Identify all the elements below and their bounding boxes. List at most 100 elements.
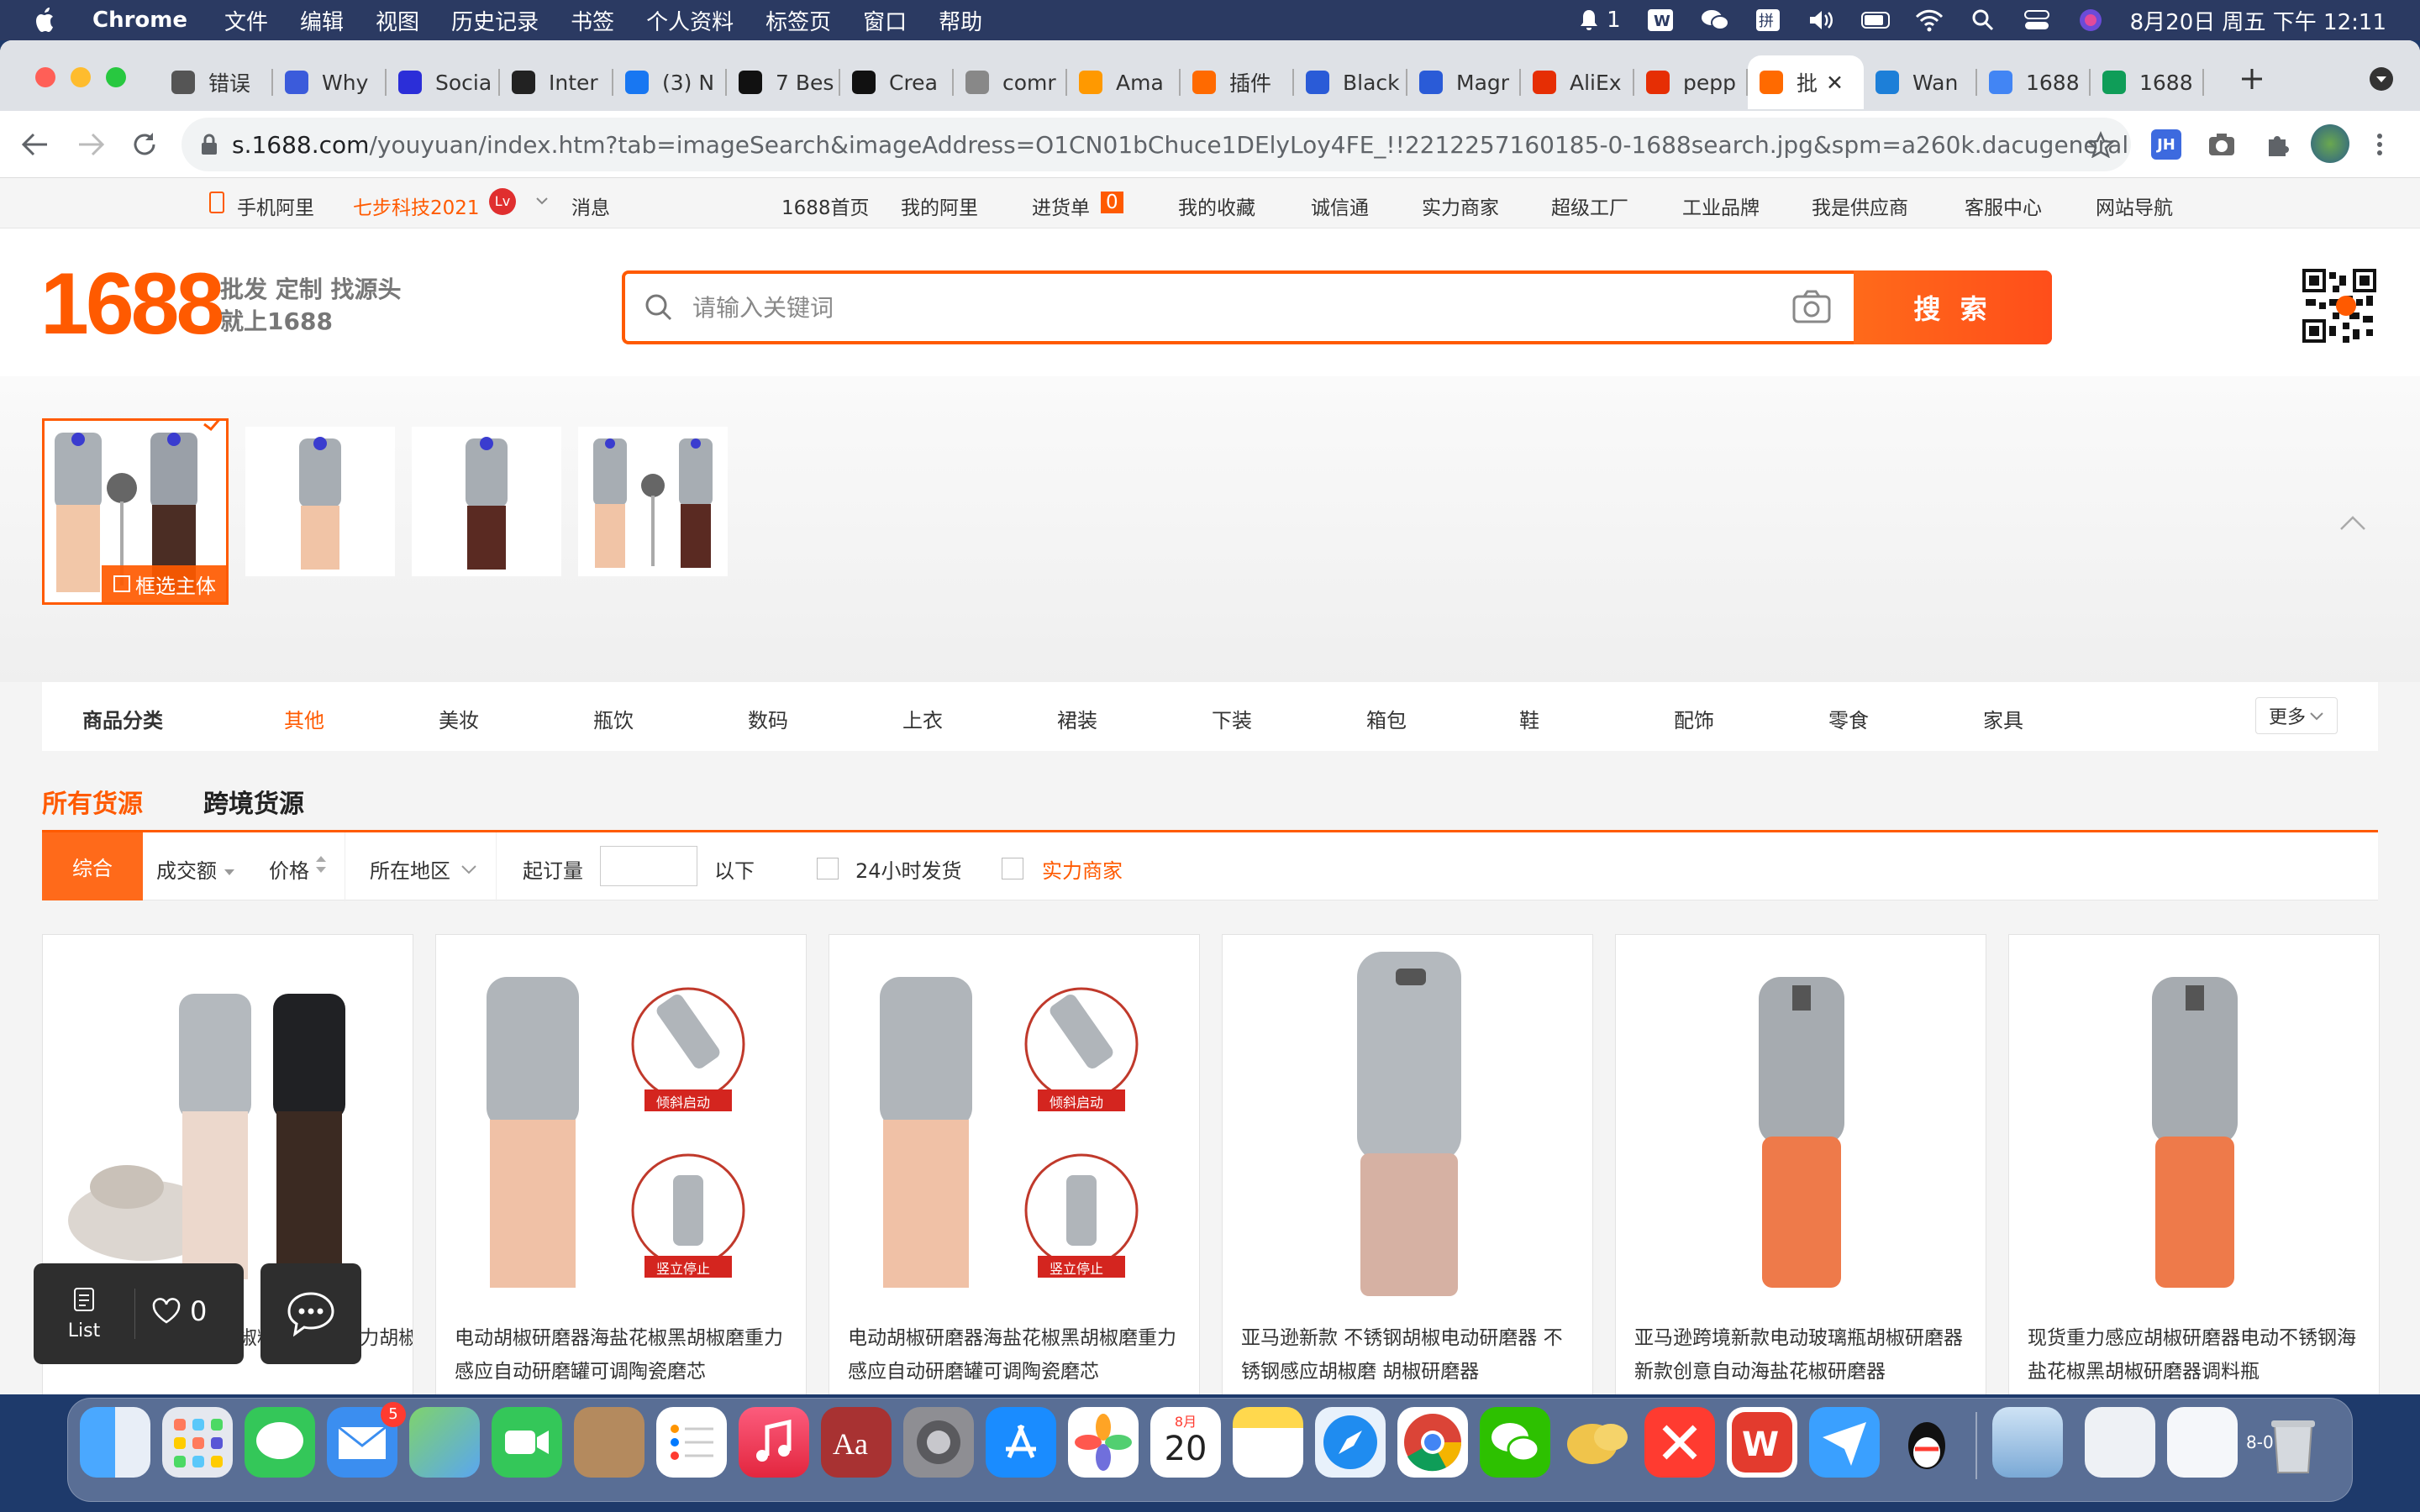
- ship24-checkbox[interactable]: [817, 858, 839, 879]
- category-bottle-drink[interactable]: 瓶饮: [593, 704, 634, 733]
- product-card[interactable]: 亚马逊跨境新款电动玻璃瓶胡椒研磨器新款创意自动海盐花椒研磨器: [1615, 934, 1986, 1394]
- category-snacks[interactable]: 零食: [1828, 704, 1869, 733]
- screenshot-extension-icon[interactable]: [2207, 129, 2237, 163]
- tab-8[interactable]: Ama: [1067, 55, 1181, 109]
- profile-avatar[interactable]: [2311, 124, 2349, 163]
- wps-status-icon[interactable]: W: [1646, 8, 1675, 33]
- nav-industrial-brand-link[interactable]: 工业品牌: [1682, 192, 1760, 220]
- category-accessories[interactable]: 配饰: [1674, 704, 1714, 733]
- trash-icon[interactable]: [2258, 1407, 2328, 1478]
- facetime-icon[interactable]: [492, 1407, 562, 1478]
- site-logo[interactable]: 1688: [40, 260, 224, 348]
- chevron-down-icon[interactable]: [534, 192, 550, 213]
- nav-my-ali-link[interactable]: 我的阿里: [901, 192, 978, 220]
- user-name-link[interactable]: 七步科技2021: [353, 192, 480, 220]
- zoom-window-button[interactable]: [106, 67, 126, 87]
- dingtalk-icon[interactable]: [1809, 1407, 1880, 1478]
- tab-3[interactable]: Inter: [500, 55, 613, 109]
- contacts-icon[interactable]: [574, 1407, 644, 1478]
- messages-icon[interactable]: [245, 1407, 315, 1478]
- menu-file[interactable]: 文件: [224, 5, 268, 36]
- app-store-icon[interactable]: [986, 1407, 1056, 1478]
- product-card[interactable]: 现货重力感应胡椒研磨器电动不锈钢海盐花椒黑胡椒研磨器调料瓶: [2008, 934, 2380, 1394]
- extensions-icon[interactable]: [2264, 129, 2294, 163]
- menu-bookmarks[interactable]: 书签: [571, 5, 614, 36]
- tab-16[interactable]: 1688: [1977, 55, 2091, 109]
- documents-stack-icon[interactable]: [2085, 1407, 2155, 1478]
- tab-6[interactable]: Crea: [840, 55, 954, 109]
- dictionary-icon[interactable]: Aa: [821, 1407, 892, 1478]
- product-card[interactable]: 倾斜启动 竖立停止 电动胡椒研磨器海盐花椒黑胡椒磨重力感应自动研磨罐可调陶瓷磨芯: [435, 934, 807, 1394]
- safari-icon[interactable]: [1315, 1407, 1386, 1478]
- bell-icon[interactable]: [1575, 8, 1603, 33]
- photos-icon[interactable]: [1068, 1407, 1139, 1478]
- list-button[interactable]: List: [34, 1263, 134, 1364]
- tab-1[interactable]: Why: [273, 55, 387, 109]
- siri-icon[interactable]: [2076, 8, 2105, 33]
- mobile-ali-link[interactable]: 手机阿里: [237, 192, 314, 220]
- screenshot-stack-icon[interactable]: [1992, 1407, 2063, 1478]
- tab-search-button[interactable]: [2370, 67, 2393, 91]
- category-shoes[interactable]: 鞋: [1519, 704, 1539, 733]
- address-bar[interactable]: s.1688.com/youyuan/index.htm?tab=imageSe…: [182, 118, 2131, 171]
- qq-icon[interactable]: [1891, 1407, 1962, 1478]
- thumbnail-selected[interactable]: 框选主体: [42, 417, 229, 605]
- thumbnail-2[interactable]: [245, 427, 395, 576]
- nav-favorites-link[interactable]: 我的收藏: [1178, 192, 1255, 220]
- menu-edit[interactable]: 编辑: [300, 5, 344, 36]
- sort-price-button[interactable]: 价格: [269, 854, 309, 884]
- menu-help[interactable]: 帮助: [939, 5, 982, 36]
- product-card[interactable]: 亚马逊新款 不锈钢胡椒电动研磨器 不锈钢感应胡椒磨 胡椒研磨器: [1222, 934, 1593, 1394]
- apple-icon[interactable]: [34, 6, 59, 34]
- tab-14[interactable]: 批 ✕: [1748, 55, 1864, 109]
- menu-tab[interactable]: 标签页: [765, 5, 831, 36]
- nav-trustpass-link[interactable]: 诚信通: [1311, 192, 1369, 220]
- camera-icon[interactable]: [1791, 289, 1832, 328]
- input-method-icon[interactable]: 拼: [1754, 8, 1782, 33]
- tab-13[interactable]: pepp: [1634, 55, 1748, 109]
- close-tab-icon[interactable]: ✕: [1826, 71, 1844, 95]
- category-bags[interactable]: 箱包: [1366, 704, 1407, 733]
- pistachio-app-icon[interactable]: [1562, 1407, 1633, 1478]
- tab-17[interactable]: 1688: [2091, 55, 2204, 109]
- nav-cart-link[interactable]: 进货单: [1032, 192, 1090, 220]
- category-digital[interactable]: 数码: [748, 704, 788, 733]
- minimize-window-button[interactable]: [71, 67, 91, 87]
- product-title[interactable]: 亚马逊跨境新款电动玻璃瓶胡椒研磨器新款创意自动海盐花椒研磨器: [1634, 1321, 1970, 1389]
- tab-0[interactable]: 错误: [160, 55, 273, 109]
- spotlight-icon[interactable]: [1969, 8, 1997, 33]
- product-title[interactable]: 现货重力感应胡椒研磨器电动不锈钢海盐花椒黑胡椒研磨器调料瓶: [2028, 1321, 2364, 1389]
- category-skirts[interactable]: 裙装: [1057, 704, 1097, 733]
- category-tops[interactable]: 上衣: [902, 704, 943, 733]
- wechat-icon[interactable]: [1480, 1407, 1550, 1478]
- music-icon[interactable]: [739, 1407, 809, 1478]
- mobile-phone-icon[interactable]: [208, 192, 225, 218]
- messages-link[interactable]: 消息: [571, 192, 610, 220]
- maps-icon[interactable]: [409, 1407, 480, 1478]
- nav-home-link[interactable]: 1688首页: [781, 192, 870, 220]
- more-categories-button[interactable]: 更多: [2255, 697, 2338, 734]
- product-title[interactable]: 亚马逊新款 不锈钢胡椒电动研磨器 不锈钢感应胡椒磨 胡椒研磨器: [1241, 1321, 1577, 1389]
- nav-super-factory-link[interactable]: 超级工厂: [1551, 192, 1628, 220]
- lock-icon[interactable]: [200, 133, 218, 162]
- ship24-label[interactable]: 24小时发货: [855, 854, 962, 884]
- wps-icon[interactable]: W: [1727, 1407, 1797, 1478]
- category-bottoms[interactable]: 下装: [1212, 704, 1252, 733]
- menu-app-name[interactable]: Chrome: [92, 8, 187, 33]
- tab-all-sources[interactable]: 所有货源: [42, 783, 143, 820]
- wifi-icon[interactable]: [1915, 8, 1944, 33]
- category-other[interactable]: 其他: [284, 704, 324, 733]
- collapse-chevron-up-icon[interactable]: [2338, 512, 2368, 536]
- notes-icon[interactable]: [1233, 1407, 1303, 1478]
- forward-icon[interactable]: [76, 129, 106, 163]
- reload-icon[interactable]: [129, 129, 160, 163]
- tab-5[interactable]: 7 Bes: [727, 55, 840, 109]
- category-furniture[interactable]: 家具: [1983, 704, 2023, 733]
- system-preferences-icon[interactable]: [903, 1407, 974, 1478]
- sort-comprehensive-button[interactable]: 综合: [42, 832, 143, 900]
- control-center-icon[interactable]: [2023, 8, 2051, 33]
- strong-merchant-checkbox[interactable]: [1002, 858, 1023, 879]
- search-input[interactable]: [692, 289, 1785, 326]
- tab-cross-border[interactable]: 跨境货源: [203, 783, 304, 820]
- close-window-button[interactable]: [35, 67, 55, 87]
